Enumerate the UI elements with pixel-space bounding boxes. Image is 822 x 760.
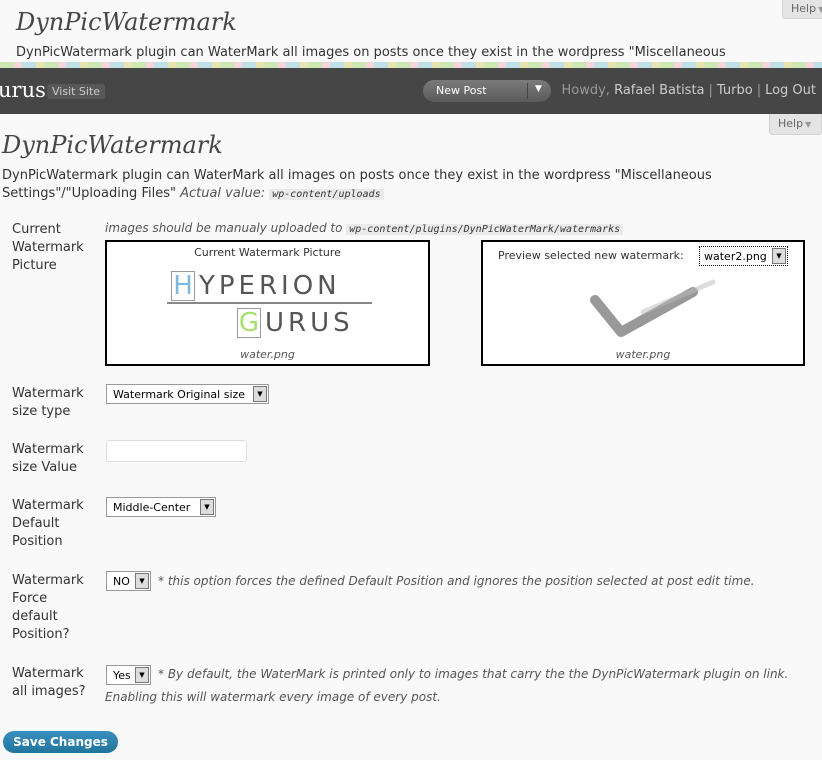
force-default-select-value: NO xyxy=(113,575,130,588)
actual-value-path: wp-content/uploads xyxy=(269,189,384,200)
preview-watermark-filename: water.png xyxy=(615,348,671,361)
new-post-button[interactable]: New Post ▼ xyxy=(423,80,551,102)
visit-site-button[interactable]: Visit Site xyxy=(47,84,106,99)
preview-watermark-select[interactable]: water2.png ▼ xyxy=(699,246,788,266)
turbo-link[interactable]: Turbo xyxy=(717,83,753,98)
upload-path: wp-content/plugins/DynPicWaterMark/water… xyxy=(346,224,624,235)
all-images-select[interactable]: Yes ▼ xyxy=(106,665,151,685)
help-label: Help xyxy=(778,117,804,130)
background-page-title: DynPicWatermark xyxy=(16,8,237,36)
howdy-text: Howdy, xyxy=(561,83,610,98)
help-tab[interactable]: Help ▼ xyxy=(769,114,822,135)
site-name[interactable]: urus xyxy=(0,78,46,102)
chevron-down-icon: ▼ xyxy=(805,120,812,129)
all-images-label: Watermark all images? xyxy=(12,666,86,699)
chevron-down-icon[interactable]: ▼ xyxy=(535,84,542,94)
logo-text-urus: URUS xyxy=(265,308,354,338)
current-watermark-label: Current Watermark Picture xyxy=(12,222,84,273)
chevron-down-icon[interactable]: ▼ xyxy=(135,667,149,683)
default-position-select-value: Middle-Center xyxy=(113,501,191,514)
preview-watermark-select-value: water2.png xyxy=(704,250,767,263)
current-watermark-box: Current Watermark Picture H YPERION G UR… xyxy=(105,240,430,366)
new-post-label: New Post xyxy=(436,84,487,97)
preview-watermark-box: Preview selected new watermark: water2.p… xyxy=(481,240,805,366)
default-position-label: Watermark Default Position xyxy=(12,498,84,549)
all-images-note-line1: * By default, the WaterMark is printed o… xyxy=(158,667,789,681)
page-title: DynPicWatermark xyxy=(2,131,223,159)
size-type-label: Watermark size type xyxy=(12,386,84,419)
upload-path-note: images should be manualy uploaded to wp-… xyxy=(105,221,624,235)
size-value-input[interactable] xyxy=(106,440,247,462)
size-type-select[interactable]: Watermark Original size ▼ xyxy=(106,384,269,404)
logo-letter-h: H xyxy=(171,271,195,301)
logo-rule xyxy=(167,302,372,304)
new-post-divider xyxy=(527,83,528,99)
size-type-select-value: Watermark Original size xyxy=(113,388,246,401)
force-default-label: Watermark Force default Position? xyxy=(12,573,84,642)
actual-value-label: Actual value: xyxy=(180,186,266,201)
chevron-down-icon[interactable]: ▼ xyxy=(253,386,267,402)
checkmark-watermark-image xyxy=(590,279,716,337)
background-page-header: DynPicWatermark DynPicWatermark plugin c… xyxy=(0,0,822,68)
admin-bar: urus Visit Site New Post ▼ Howdy, Rafael… xyxy=(0,68,822,114)
watermark-logo: H YPERION G URUS xyxy=(167,268,372,338)
size-value-label: Watermark size Value xyxy=(12,442,84,475)
chevron-down-icon[interactable]: ▼ xyxy=(772,248,786,264)
upload-path-note-text: images should be manualy uploaded to xyxy=(105,221,343,235)
default-position-select[interactable]: Middle-Center ▼ xyxy=(106,497,216,517)
user-profile-link[interactable]: Rafael Batista xyxy=(614,83,704,98)
user-links: Howdy, Rafael Batista | Turbo | Log Out xyxy=(561,83,817,98)
background-help-label: Help xyxy=(791,2,817,15)
current-watermark-filename: water.png xyxy=(240,348,295,361)
chevron-down-icon[interactable]: ▼ xyxy=(135,573,149,589)
background-page-description: DynPicWatermark plugin can WaterMark all… xyxy=(16,45,726,60)
background-help-tab[interactable]: Help ▼ xyxy=(782,0,822,19)
current-watermark-caption: Current Watermark Picture xyxy=(194,246,341,259)
force-default-select[interactable]: NO ▼ xyxy=(106,571,151,591)
all-images-note-line2: Enabling this will watermark every image… xyxy=(105,690,441,704)
chevron-down-icon[interactable]: ▼ xyxy=(200,499,214,515)
chevron-down-icon: ▼ xyxy=(818,5,822,14)
logo-letter-g: G xyxy=(237,308,261,338)
logo-text-yperion: YPERION xyxy=(199,271,341,301)
preview-label: Preview selected new watermark: xyxy=(498,249,684,262)
page-description: DynPicWatermark plugin can WaterMark all… xyxy=(2,167,762,204)
all-images-select-value: Yes xyxy=(113,669,131,682)
logout-link[interactable]: Log Out xyxy=(765,83,816,98)
save-changes-button[interactable]: Save Changes xyxy=(3,731,118,753)
force-default-note: * this option forces the defined Default… xyxy=(158,574,755,588)
